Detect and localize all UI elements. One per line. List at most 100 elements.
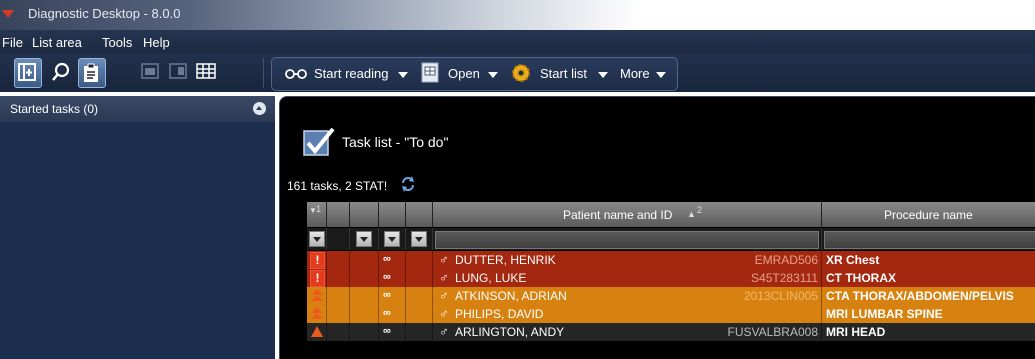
table-cell: ∞ (379, 305, 406, 323)
filter-cell (406, 228, 433, 250)
procedure-filter-input[interactable] (824, 231, 1035, 249)
table-cell (327, 269, 350, 287)
procedure-name: CT THORAX (826, 271, 896, 285)
patient-id: FUSVALBRA008 (727, 325, 819, 339)
table-cell (406, 305, 433, 323)
glasses-icon (284, 67, 308, 85)
menu-list-area[interactable]: List area (32, 35, 82, 50)
refresh-icon[interactable] (400, 175, 416, 198)
table-row[interactable]: ∞ ♂ ARLINGTON, ANDY FUSVALBRA008 MRI HEAD (307, 323, 1035, 341)
filter-cell (822, 228, 1035, 250)
table-cell (327, 287, 350, 305)
application-window: Diagnostic Desktop - 8.0.0 File List are… (0, 0, 1035, 359)
search-button[interactable] (48, 58, 74, 86)
patient-column-label: Patient name and ID (563, 208, 673, 222)
open-dropdown-icon[interactable] (488, 72, 498, 78)
glasses-icon: ∞ (383, 289, 391, 301)
table-cell (350, 287, 379, 305)
collapse-icon[interactable] (253, 102, 266, 115)
table-cell (406, 287, 433, 305)
start-reading-dropdown-icon[interactable] (398, 72, 408, 78)
patient-column-header[interactable]: Patient name and ID ▲ 2 (433, 202, 822, 227)
table-row[interactable]: ∞ ♂ ATKINSON, ADRIAN 2013CLIN005 CTA THORAX/… (307, 287, 1035, 305)
menu-file[interactable]: File (2, 35, 23, 50)
table-cell: ∞ (379, 323, 406, 341)
patient-id: S45T283111 (751, 271, 818, 285)
sort-column-header[interactable]: ▼ 1 (307, 202, 327, 227)
glasses-icon: ∞ (383, 307, 391, 319)
filter-cell (327, 228, 350, 250)
column-header[interactable] (350, 202, 379, 227)
filter-dropdown[interactable] (309, 231, 325, 247)
filter-dropdown[interactable] (356, 231, 372, 247)
layout-single-button[interactable] (138, 58, 164, 86)
add-panel-button[interactable] (14, 58, 42, 88)
patient-id: 2013CLIN005 (743, 289, 818, 303)
search-icon (52, 62, 70, 81)
table-cell (350, 323, 379, 341)
table-cell (327, 251, 350, 269)
gear-icon (509, 61, 533, 90)
table-cell: ∞ (379, 269, 406, 287)
procedure-name: XR Chest (826, 253, 880, 267)
patient-name: PHILIPS, DAVID (455, 307, 544, 321)
table-cell: MRI LUMBAR SPINE (822, 305, 1035, 323)
toolbar-separator (263, 58, 264, 88)
table-cell: ♂ ARLINGTON, ANDY FUSVALBRA008 (433, 323, 822, 341)
male-icon: ♂ (439, 270, 449, 285)
checklist-icon (302, 127, 336, 162)
started-tasks-label: Started tasks (0) (10, 102, 99, 116)
filter-dropdown[interactable] (411, 231, 427, 247)
table-row[interactable]: ! ∞ ♂ LUNG, LUKE S45T283111 CT THORAX (307, 269, 1035, 287)
layout-grid-button[interactable] (193, 58, 219, 86)
clipboard-icon (84, 63, 98, 82)
table-cell (327, 323, 350, 341)
table-cell: MRI HEAD (822, 323, 1035, 341)
table-cell (307, 323, 327, 341)
more-dropdown-icon[interactable] (656, 72, 666, 78)
start-reading-button[interactable]: Start reading (314, 66, 388, 81)
table-row[interactable]: ∞ ♂ PHILIPS, DAVID MRI LUMBAR SPINE (307, 305, 1035, 323)
column-header[interactable] (379, 202, 406, 227)
filter-cell (433, 228, 822, 250)
app-logo-icon (2, 10, 14, 18)
patient-name: ARLINGTON, ANDY (455, 325, 565, 339)
table-cell: XR Chest (822, 251, 1035, 269)
split-window-icon (169, 63, 187, 79)
menu-tools[interactable]: Tools (102, 35, 132, 50)
procedure-name: MRI HEAD (826, 325, 886, 339)
menu-bar: File List area Tools Help (0, 30, 1035, 54)
exclamation-icon: ! (310, 270, 325, 287)
layout-split-button[interactable] (166, 58, 192, 86)
open-button[interactable]: Open (448, 66, 480, 81)
glasses-icon: ∞ (383, 271, 391, 283)
column-header[interactable] (406, 202, 433, 227)
menu-help[interactable]: Help (143, 35, 170, 50)
more-button[interactable]: More (620, 66, 650, 81)
table-cell (307, 287, 327, 305)
filter-cell (350, 228, 379, 250)
table-cell: ♂ PHILIPS, DAVID (433, 305, 822, 323)
table-row[interactable]: ! ∞ ♂ DUTTER, HENRIK EMRAD506 XR Chest (307, 251, 1035, 269)
patient-filter-input[interactable] (435, 231, 819, 249)
task-list-panel: Task list - "To do" 161 tasks, 2 STAT! ▼… (279, 96, 1035, 359)
add-panel-icon (18, 63, 36, 81)
triangle-up-icon (310, 325, 324, 342)
procedure-name: MRI LUMBAR SPINE (826, 307, 943, 321)
window-icon (141, 63, 159, 79)
filter-dropdown[interactable] (384, 231, 400, 247)
start-list-dropdown-icon[interactable] (598, 72, 608, 78)
table-cell (406, 323, 433, 341)
table-cell: ♂ ATKINSON, ADRIAN 2013CLIN005 (433, 287, 822, 305)
action-button-group: Start reading Open Start list More (271, 57, 678, 91)
started-tasks-panel: Started tasks (0) (0, 96, 275, 359)
clipboard-button[interactable] (78, 58, 106, 88)
patient-name: DUTTER, HENRIK (455, 253, 556, 267)
table-cell: ∞ (379, 287, 406, 305)
table-cell: ♂ DUTTER, HENRIK EMRAD506 (433, 251, 822, 269)
procedure-column-header[interactable]: Procedure name (822, 202, 1035, 227)
table-cell (350, 251, 379, 269)
exclamation-icon: ! (310, 252, 325, 269)
column-header[interactable] (327, 202, 350, 227)
start-list-button[interactable]: Start list (540, 66, 587, 81)
